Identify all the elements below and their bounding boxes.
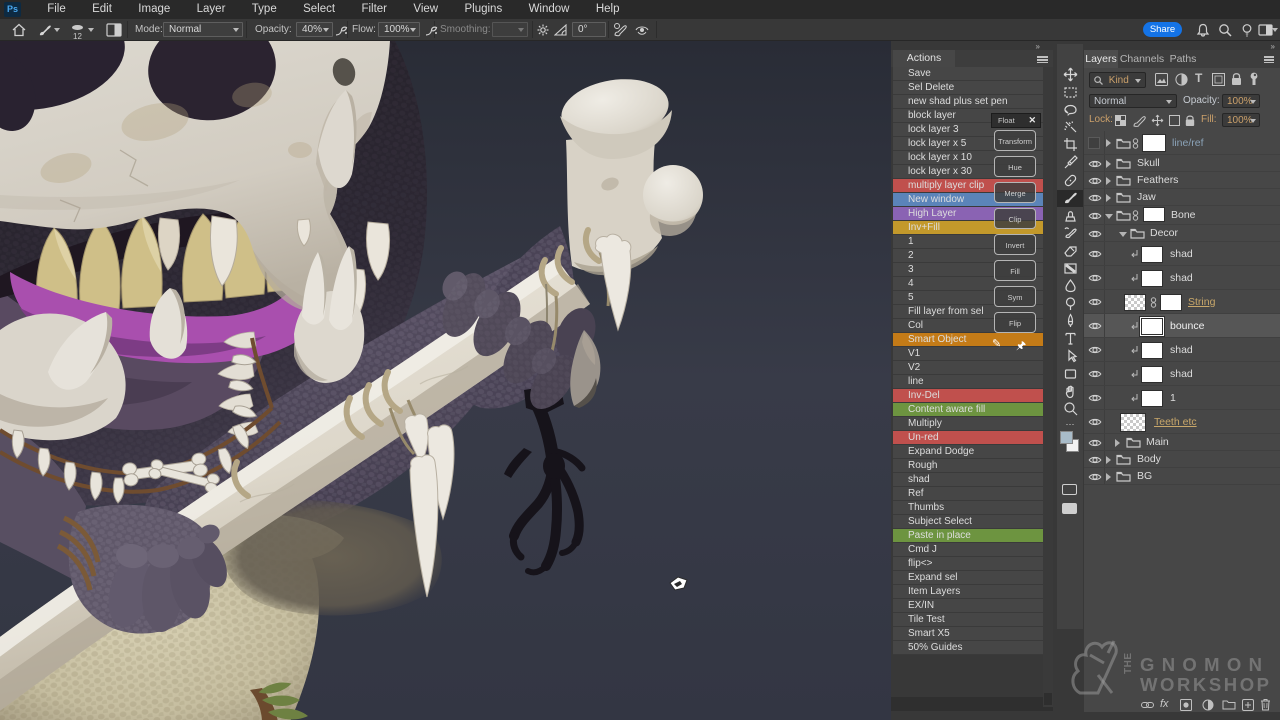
svg-text:GNOMON: GNOMON <box>1140 654 1264 675</box>
svg-text:THE: THE <box>1123 653 1134 675</box>
svg-text:WORKSHOP: WORKSHOP <box>1140 674 1270 695</box>
